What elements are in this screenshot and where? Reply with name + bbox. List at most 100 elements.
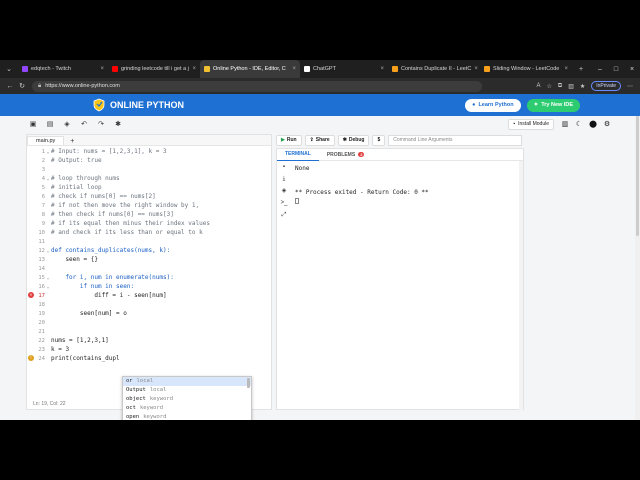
open-folder-icon[interactable]: ▤: [43, 118, 57, 130]
code-line[interactable]: ! 24 print(contains_dupl: [27, 354, 272, 363]
browser-tab-youtube[interactable]: grinding leetcode till i get a j ×: [108, 60, 200, 78]
code-line[interactable]: 4 ⌄ # loop through nums: [27, 174, 272, 183]
output-scrollbar[interactable]: [519, 161, 523, 411]
site-header: ONLINE PYTHON ● Learn Python ✦ Try New I…: [0, 94, 640, 116]
favorite-icon[interactable]: ☆: [547, 83, 552, 90]
maximize-icon[interactable]: □: [608, 66, 624, 73]
save-icon[interactable]: ▣: [26, 118, 40, 130]
url-field[interactable]: 🔒︎ https://www.online-python.com: [32, 80, 482, 92]
refresh-icon[interactable]: ↻: [16, 82, 28, 90]
code-line[interactable]: 19 seen[num] = o: [27, 309, 272, 318]
terminal-output[interactable]: None ** Process exited - Return Code: 0 …: [295, 165, 429, 205]
code-line[interactable]: 15 ⌄ for i, num in enumerate(nums):: [27, 273, 272, 282]
code-line[interactable]: 18: [27, 300, 272, 309]
new-tab-button[interactable]: +: [575, 63, 587, 75]
minimize-icon[interactable]: –: [592, 66, 608, 73]
terminal-icon[interactable]: >_: [277, 197, 291, 209]
close-window-icon[interactable]: ×: [624, 66, 640, 73]
inprivate-badge[interactable]: InPrivate: [591, 81, 621, 91]
try-new-ide-button[interactable]: ✦ Try New IDE: [526, 98, 580, 112]
browser-tab-leetcode-dup[interactable]: Contains Duplicate II - LeetC ×: [388, 60, 480, 78]
layout-icon[interactable]: ▥: [558, 118, 572, 130]
code-line[interactable]: 13 seen = {}: [27, 255, 272, 264]
undo-icon[interactable]: ↶: [77, 118, 91, 130]
line-number: 12: [38, 247, 45, 254]
back-icon[interactable]: ←: [4, 83, 16, 90]
code-line[interactable]: 21: [27, 327, 272, 336]
autocomplete-item[interactable]: open keyword: [123, 412, 251, 420]
code-line[interactable]: 3: [27, 165, 272, 174]
run-button[interactable]: ▶ Run: [276, 134, 302, 146]
debug-button[interactable]: ✱ Debug: [337, 134, 370, 146]
split-icon[interactable]: ▥: [568, 83, 574, 90]
add-file-button[interactable]: +: [64, 138, 80, 145]
code-line[interactable]: 23 k = 3: [27, 345, 272, 354]
code-line[interactable]: × 17 diff = i - seen[num]: [27, 291, 272, 300]
browser-tab-twitch[interactable]: edqtech - Twitch ×: [18, 60, 108, 78]
more-icon[interactable]: ⋯: [627, 83, 633, 90]
clear-icon[interactable]: ◈: [277, 185, 291, 197]
terminal-side-tools: ▪ ⤓ ◈ >_ ⤢: [277, 161, 291, 411]
code-line[interactable]: 14: [27, 264, 272, 273]
code-line[interactable]: 12 ⌄ def contains_duplicates(nums, k):: [27, 246, 272, 255]
gear-icon[interactable]: ⚙: [600, 118, 614, 130]
close-icon[interactable]: ×: [289, 66, 296, 72]
autocomplete-item[interactable]: Output local: [123, 386, 251, 395]
browser-tab-online-python[interactable]: Online Python - IDE, Editor, C ×: [200, 60, 300, 78]
code-line[interactable]: 8 # then check if nums[0] == nums[3]: [27, 210, 272, 219]
close-icon[interactable]: ×: [561, 66, 568, 72]
code-line[interactable]: 2 # Output: true: [27, 156, 272, 165]
site-logo[interactable]: ONLINE PYTHON: [92, 98, 184, 112]
settings-icon[interactable]: ✱: [111, 118, 125, 130]
expand-icon[interactable]: ⤢: [277, 209, 291, 221]
code-line[interactable]: 9 # if its equal then minus their index v…: [27, 219, 272, 228]
autocomplete-item[interactable]: or local: [123, 377, 251, 386]
code-line[interactable]: 10 # and check if its less than or equal …: [27, 228, 272, 237]
code-text: print(contains_dupl: [51, 355, 120, 362]
code-line[interactable]: 22 nums = [1,2,3,1]: [27, 336, 272, 345]
code-line[interactable]: 7 # if not then move the right window by …: [27, 201, 272, 210]
install-module-button[interactable]: ▪ Install Module: [508, 118, 554, 130]
eraser-icon[interactable]: ◈: [60, 118, 74, 130]
code-editor[interactable]: main.py + 1 ⌄ # Input: nums = [1,2,3,1], k…: [26, 134, 272, 420]
autocomplete-scrollbar[interactable]: [247, 378, 250, 388]
command-line-arguments-input[interactable]: Command Line Arguments: [388, 134, 522, 146]
share-button[interactable]: ⇪ Share: [304, 134, 335, 146]
redo-icon[interactable]: ↷: [94, 118, 108, 130]
page-scrollbar[interactable]: [635, 116, 640, 420]
code-line[interactable]: 20: [27, 318, 272, 327]
close-icon[interactable]: ×: [189, 66, 196, 72]
close-icon[interactable]: ×: [377, 66, 384, 72]
code-text: k = 3: [51, 346, 70, 353]
code-text: nums = [1,2,3,1]: [51, 337, 109, 344]
code-line[interactable]: 16 ⌄ if num in seen:: [27, 282, 272, 291]
code-line[interactable]: 5 # initial loop: [27, 183, 272, 192]
tab-terminal[interactable]: TERMINAL: [277, 149, 319, 161]
collections-icon[interactable]: ⧉: [558, 83, 562, 90]
tab-actions-icon[interactable]: ⌄: [3, 63, 15, 75]
python-icon: [204, 66, 210, 72]
browser-tab-leetcode-window[interactable]: Sliding Window - LeetCode ×: [480, 60, 572, 78]
code-text: # Input: nums = [1,2,3,1], k = 3: [51, 148, 167, 155]
file-tab-main[interactable]: main.py: [27, 136, 65, 145]
code-line[interactable]: 1 ⌄ # Input: nums = [1,2,3,1], k = 3: [27, 147, 272, 156]
line-number: 2: [41, 157, 45, 164]
favorites-icon[interactable]: ★: [580, 83, 585, 90]
shell-button[interactable]: $: [372, 134, 386, 146]
tab-problems[interactable]: PROBLEMS 2: [319, 149, 373, 161]
fullscreen-icon[interactable]: ⬤: [586, 118, 600, 130]
code-line[interactable]: 11: [27, 237, 272, 246]
close-icon[interactable]: ×: [97, 66, 104, 72]
learn-python-button[interactable]: ● Learn Python: [465, 98, 521, 112]
read-aloud-icon[interactable]: A: [537, 83, 541, 89]
line-number: 5: [41, 184, 45, 191]
close-icon[interactable]: ×: [471, 66, 478, 72]
page-scrollbar-thumb[interactable]: [636, 116, 639, 236]
browser-tab-chatgpt[interactable]: ChatGPT ×: [300, 60, 388, 78]
dark-mode-icon[interactable]: ☾: [572, 118, 586, 130]
line-number: 18: [38, 301, 45, 308]
code-line[interactable]: 6 # check if nums[0] == nums[2]: [27, 192, 272, 201]
download-icon[interactable]: ⤓: [277, 173, 291, 185]
copy-icon[interactable]: ▪: [277, 161, 291, 173]
tab-label: edqtech - Twitch: [31, 66, 71, 72]
